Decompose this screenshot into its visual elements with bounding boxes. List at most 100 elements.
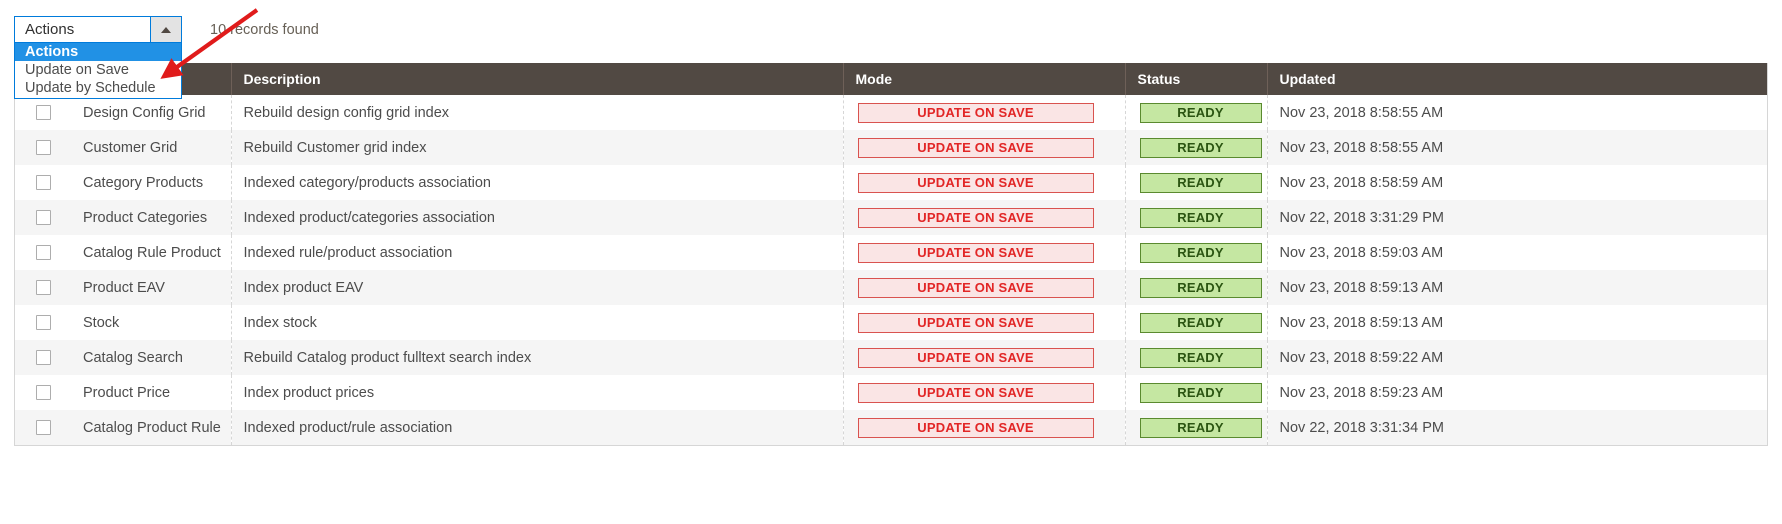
row-checkbox[interactable] bbox=[35, 140, 51, 156]
status-badge: READY bbox=[1139, 347, 1262, 368]
column-header-updated[interactable]: Updated bbox=[1267, 63, 1767, 95]
actions-option-update-by-schedule[interactable]: Update by Schedule bbox=[15, 79, 181, 97]
row-select-cell[interactable] bbox=[15, 130, 71, 165]
cell-title: Design Config Grid bbox=[71, 95, 232, 130]
cell-status: READY bbox=[1125, 375, 1268, 410]
table-row[interactable]: Catalog Search Rebuild Catalog product fu… bbox=[15, 340, 1767, 375]
cell-title: Catalog Search bbox=[71, 340, 232, 375]
cell-status: READY bbox=[1125, 95, 1268, 130]
row-select-cell[interactable] bbox=[15, 235, 71, 270]
row-select-cell[interactable] bbox=[15, 200, 71, 235]
table-row[interactable]: Design Config Grid Rebuild design config … bbox=[15, 95, 1767, 130]
cell-updated: Nov 23, 2018 8:59:03 AM bbox=[1267, 235, 1767, 270]
cell-mode: UPDATE ON SAVE bbox=[843, 270, 1126, 305]
cell-description: Indexed category/products association bbox=[231, 165, 844, 200]
records-found-label: 10 records found bbox=[210, 22, 319, 38]
mode-badge: UPDATE ON SAVE bbox=[857, 137, 1094, 158]
table-row[interactable]: Product Price Index product prices UPDATE … bbox=[15, 375, 1767, 410]
mode-badge: UPDATE ON SAVE bbox=[857, 102, 1094, 123]
cell-title: Catalog Rule Product bbox=[71, 235, 232, 270]
mode-badge: UPDATE ON SAVE bbox=[857, 382, 1094, 403]
column-header-mode[interactable]: Mode bbox=[843, 63, 1126, 95]
grid-header-row: Description Mode Status Updated bbox=[15, 63, 1767, 95]
table-row[interactable]: Stock Index stock UPDATE ON SAVE READY Nov 2… bbox=[15, 305, 1767, 340]
grid-header: Description Mode Status Updated bbox=[15, 63, 1767, 95]
row-checkbox[interactable] bbox=[35, 175, 51, 191]
row-checkbox[interactable] bbox=[35, 385, 51, 401]
cell-updated: Nov 23, 2018 8:59:23 AM bbox=[1267, 375, 1767, 410]
row-checkbox[interactable] bbox=[35, 210, 51, 226]
cell-status: READY bbox=[1125, 270, 1268, 305]
row-select-cell[interactable] bbox=[15, 410, 71, 445]
table-row[interactable]: Category Products Indexed category/produc… bbox=[15, 165, 1767, 200]
column-header-status[interactable]: Status bbox=[1125, 63, 1268, 95]
cell-title: Stock bbox=[71, 305, 232, 340]
index-management-page: Actions Actions Update on Save Update by… bbox=[0, 0, 1782, 524]
cell-description: Rebuild Customer grid index bbox=[231, 130, 844, 165]
row-checkbox[interactable] bbox=[35, 350, 51, 366]
row-select-cell[interactable] bbox=[15, 305, 71, 340]
column-header-description[interactable]: Description bbox=[231, 63, 844, 95]
cell-status: READY bbox=[1125, 340, 1268, 375]
actions-select-toggle[interactable] bbox=[150, 17, 181, 42]
cell-title: Category Products bbox=[71, 165, 232, 200]
cell-status: READY bbox=[1125, 235, 1268, 270]
cell-updated: Nov 22, 2018 3:31:29 PM bbox=[1267, 200, 1767, 235]
table-row[interactable]: Catalog Product Rule Indexed product/rule… bbox=[15, 410, 1767, 445]
cell-description: Index product EAV bbox=[231, 270, 844, 305]
cell-updated: Nov 23, 2018 8:58:59 AM bbox=[1267, 165, 1767, 200]
cell-description: Indexed product/categories association bbox=[231, 200, 844, 235]
cell-mode: UPDATE ON SAVE bbox=[843, 200, 1126, 235]
row-checkbox[interactable] bbox=[35, 315, 51, 331]
status-badge: READY bbox=[1139, 102, 1262, 123]
actions-option-actions[interactable]: Actions bbox=[15, 43, 181, 61]
status-badge: READY bbox=[1139, 312, 1262, 333]
cell-updated: Nov 23, 2018 8:59:22 AM bbox=[1267, 340, 1767, 375]
grid-toolbar: Actions Actions Update on Save Update by… bbox=[0, 0, 1782, 99]
status-badge: READY bbox=[1139, 172, 1262, 193]
status-badge: READY bbox=[1139, 417, 1262, 438]
table-row[interactable]: Catalog Rule Product Indexed rule/product… bbox=[15, 235, 1767, 270]
row-checkbox[interactable] bbox=[35, 420, 51, 436]
cell-mode: UPDATE ON SAVE bbox=[843, 235, 1126, 270]
row-checkbox[interactable] bbox=[35, 280, 51, 296]
row-select-cell[interactable] bbox=[15, 270, 71, 305]
actions-dropdown-list[interactable]: Actions Update on Save Update by Schedul… bbox=[14, 43, 182, 99]
row-checkbox[interactable] bbox=[35, 105, 51, 121]
table-row[interactable]: Customer Grid Rebuild Customer grid index… bbox=[15, 130, 1767, 165]
cell-title: Customer Grid bbox=[71, 130, 232, 165]
cell-description: Indexed rule/product association bbox=[231, 235, 844, 270]
cell-title: Product Categories bbox=[71, 200, 232, 235]
row-select-cell[interactable] bbox=[15, 165, 71, 200]
status-badge: READY bbox=[1139, 242, 1262, 263]
row-select-cell[interactable] bbox=[15, 95, 71, 130]
cell-description: Index stock bbox=[231, 305, 844, 340]
status-badge: READY bbox=[1139, 277, 1262, 298]
cell-updated: Nov 23, 2018 8:59:13 AM bbox=[1267, 305, 1767, 340]
status-badge: READY bbox=[1139, 207, 1262, 228]
cell-description: Indexed product/rule association bbox=[231, 410, 844, 445]
row-select-cell[interactable] bbox=[15, 340, 71, 375]
row-select-cell[interactable] bbox=[15, 375, 71, 410]
mode-badge: UPDATE ON SAVE bbox=[857, 207, 1094, 228]
caret-up-icon bbox=[161, 26, 171, 33]
cell-status: READY bbox=[1125, 130, 1268, 165]
mode-badge: UPDATE ON SAVE bbox=[857, 172, 1094, 193]
mode-badge: UPDATE ON SAVE bbox=[857, 347, 1094, 368]
status-badge: READY bbox=[1139, 382, 1262, 403]
mode-badge: UPDATE ON SAVE bbox=[857, 242, 1094, 263]
cell-description: Rebuild Catalog product fulltext search … bbox=[231, 340, 844, 375]
cell-status: READY bbox=[1125, 165, 1268, 200]
table-row[interactable]: Product EAV Index product EAV UPDATE ON SA… bbox=[15, 270, 1767, 305]
mode-badge: UPDATE ON SAVE bbox=[857, 277, 1094, 298]
cell-title: Product Price bbox=[71, 375, 232, 410]
row-checkbox[interactable] bbox=[35, 245, 51, 261]
cell-mode: UPDATE ON SAVE bbox=[843, 340, 1126, 375]
mode-badge: UPDATE ON SAVE bbox=[857, 417, 1094, 438]
grid-body: Design Config Grid Rebuild design config … bbox=[15, 95, 1767, 445]
actions-select[interactable]: Actions bbox=[14, 16, 182, 43]
cell-status: READY bbox=[1125, 200, 1268, 235]
actions-option-update-on-save[interactable]: Update on Save bbox=[15, 61, 181, 79]
table-row[interactable]: Product Categories Indexed product/catego… bbox=[15, 200, 1767, 235]
status-badge: READY bbox=[1139, 137, 1262, 158]
